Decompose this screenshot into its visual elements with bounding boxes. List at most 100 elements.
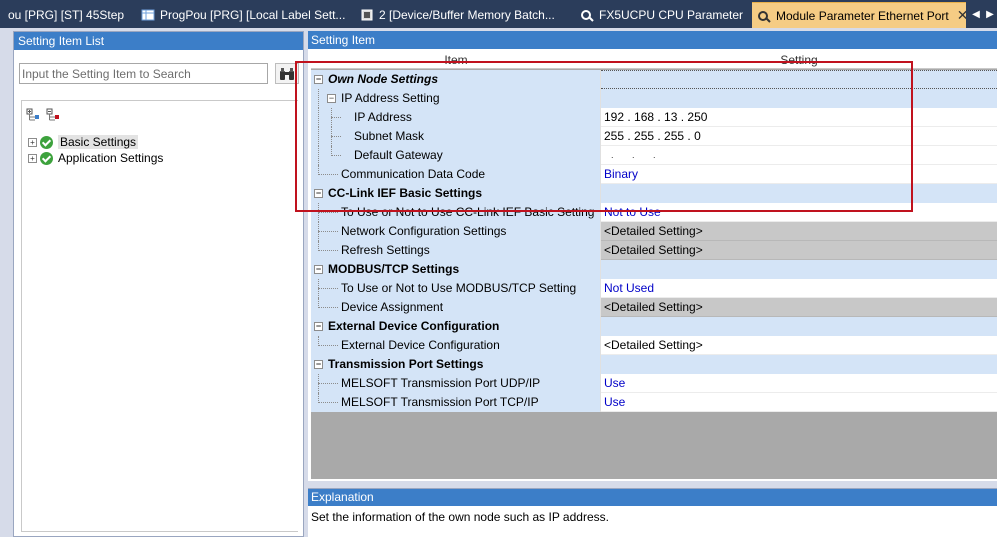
category-label: CC-Link IEF Basic Settings <box>328 186 483 200</box>
communication-data-code-select[interactable]: Binary <box>601 165 997 184</box>
setting-item-list-panel: Setting Item List + Basic Settings <box>13 31 304 537</box>
explanation-panel: Explanation Set the information of the o… <box>308 488 997 537</box>
table-row[interactable]: − IP Address Setting <box>311 89 997 108</box>
expand-plus-icon[interactable]: + <box>28 137 37 147</box>
collapse-minus-icon[interactable]: − <box>314 322 323 331</box>
tree-item-basic-settings[interactable]: + Basic Settings <box>28 134 139 150</box>
chevron-right-icon[interactable]: ▶ <box>986 9 994 20</box>
collapse-minus-icon[interactable]: − <box>314 360 323 369</box>
melsoft-udp-select[interactable]: Use <box>601 374 997 393</box>
collapse-minus-icon[interactable]: − <box>314 189 323 198</box>
table-row[interactable]: IP Address 192 . 168 . 13 . 250 <box>311 108 997 127</box>
collapse-all-icon[interactable] <box>46 108 60 122</box>
item-label: MELSOFT Transmission Port UDP/IP <box>341 376 541 390</box>
tab-device-buffer-memory[interactable]: 2 [Device/Buffer Memory Batch... <box>360 3 568 26</box>
grid-item-cell: Refresh Settings <box>311 241 601 260</box>
parameter-grid: Item Setting − Own Node Settings − IP Ad… <box>311 50 997 479</box>
grid-item-cell: External Device Configuration <box>311 336 601 355</box>
table-row[interactable]: − Own Node Settings <box>311 70 997 89</box>
grid-setting-cell <box>601 317 997 336</box>
grid-item-cell: MELSOFT Transmission Port UDP/IP <box>311 374 601 393</box>
cc-link-ief-use-select[interactable]: Not to Use <box>601 203 997 222</box>
table-row[interactable]: − External Device Configuration <box>311 317 997 336</box>
default-gateway-field[interactable]: . . . <box>601 146 997 165</box>
chevron-left-icon[interactable]: ◀ <box>972 9 980 20</box>
refresh-settings-detail-button[interactable]: <Detailed Setting> <box>601 241 997 260</box>
table-row[interactable]: MELSOFT Transmission Port UDP/IP Use <box>311 374 997 393</box>
external-device-detail-button[interactable]: <Detailed Setting> <box>601 336 997 355</box>
grid-rows: − Own Node Settings − IP Address Setting <box>311 70 997 412</box>
tree-item-label: Application Settings <box>58 151 164 165</box>
item-label: To Use or Not to Use MODBUS/TCP Setting <box>341 281 577 295</box>
search-button[interactable] <box>275 63 299 84</box>
grid-setting-cell <box>601 260 997 279</box>
panel-title: Setting Item List <box>14 32 303 50</box>
table-row[interactable]: − Transmission Port Settings <box>311 355 997 374</box>
table-row[interactable]: To Use or Not to Use MODBUS/TCP Setting … <box>311 279 997 298</box>
tab-local-label[interactable]: ProgPou [PRG] [Local Label Sett... <box>141 3 346 26</box>
cpu-parameter-icon <box>580 8 594 22</box>
table-row[interactable]: Subnet Mask 255 . 255 . 255 . 0 <box>311 127 997 146</box>
ip-address-field[interactable]: 192 . 168 . 13 . 250 <box>601 108 997 127</box>
collapse-minus-icon[interactable]: − <box>314 75 323 84</box>
item-label: Communication Data Code <box>341 167 486 181</box>
category-label: Transmission Port Settings <box>328 357 484 371</box>
tab-module-parameter-ethernet[interactable]: Module Parameter Ethernet Port ✕ <box>752 2 966 28</box>
binoculars-icon <box>280 67 294 80</box>
table-row[interactable]: Network Configuration Settings <Detailed… <box>311 222 997 241</box>
item-label: MELSOFT Transmission Port TCP/IP <box>341 395 539 409</box>
grid-item-cell: − MODBUS/TCP Settings <box>311 260 601 279</box>
grid-item-cell: − External Device Configuration <box>311 317 601 336</box>
grid-item-cell: To Use or Not to Use CC-Link IEF Basic S… <box>311 203 601 222</box>
grid-item-cell: Network Configuration Settings <box>311 222 601 241</box>
device-assignment-detail-button[interactable]: <Detailed Setting> <box>601 298 997 317</box>
melsoft-tcp-select[interactable]: Use <box>601 393 997 412</box>
column-header-setting[interactable]: Setting <box>601 53 997 67</box>
collapse-minus-icon[interactable]: − <box>314 265 323 274</box>
grid-column-header: Item Setting <box>311 50 997 69</box>
table-row[interactable]: To Use or Not to Use CC-Link IEF Basic S… <box>311 203 997 222</box>
item-label: Default Gateway <box>354 148 443 162</box>
grid-setting-cell <box>601 184 997 203</box>
item-label: External Device Configuration <box>341 338 500 352</box>
grid-item-cell: − Transmission Port Settings <box>311 355 601 374</box>
module-parameter-icon <box>757 9 771 23</box>
table-row[interactable]: − MODBUS/TCP Settings <box>311 260 997 279</box>
grid-item-cell: − Own Node Settings <box>311 70 601 89</box>
table-row[interactable]: Default Gateway . . . <box>311 146 997 165</box>
check-circle-icon <box>40 151 53 165</box>
table-row[interactable]: MELSOFT Transmission Port TCP/IP Use <box>311 393 997 412</box>
modbus-tcp-use-select[interactable]: Not Used <box>601 279 997 298</box>
collapse-minus-icon[interactable]: − <box>327 94 336 103</box>
expand-all-icon[interactable] <box>26 108 40 122</box>
expand-plus-icon[interactable]: + <box>28 153 37 163</box>
tab-label: ou [PRG] [ST] 45Step <box>8 7 125 22</box>
grid-setting-cell <box>601 89 997 108</box>
close-icon[interactable]: ✕ <box>957 7 966 24</box>
column-header-item[interactable]: Item <box>311 53 601 67</box>
grid-item-cell: Communication Data Code <box>311 165 601 184</box>
table-row[interactable]: External Device Configuration <Detailed … <box>311 336 997 355</box>
tab-label: FX5UCPU CPU Parameter <box>599 7 744 22</box>
tab-label: ProgPou [PRG] [Local Label Sett... <box>160 7 346 22</box>
tree-item-application-settings[interactable]: + Application Settings <box>28 150 163 166</box>
item-label: IP Address <box>354 110 412 124</box>
search-input[interactable] <box>19 63 268 84</box>
tab-program-st[interactable]: ou [PRG] [ST] 45Step <box>8 3 133 26</box>
tab-scroll-arrows: ◀ ▶ <box>969 4 997 24</box>
grid-item-cell: Subnet Mask <box>311 127 601 146</box>
subnet-mask-field[interactable]: 255 . 255 . 255 . 0 <box>601 127 997 146</box>
grid-item-cell: − CC-Link IEF Basic Settings <box>311 184 601 203</box>
tree-toolbar <box>26 108 60 122</box>
explanation-text: Set the information of the own node such… <box>311 510 609 524</box>
network-configuration-detail-button[interactable]: <Detailed Setting> <box>601 222 997 241</box>
grid-item-cell: Default Gateway <box>311 146 601 165</box>
item-label: Refresh Settings <box>341 243 430 257</box>
item-label: Device Assignment <box>341 300 444 314</box>
table-row[interactable]: Communication Data Code Binary <box>311 165 997 184</box>
table-row[interactable]: Device Assignment <Detailed Setting> <box>311 298 997 317</box>
tab-cpu-parameter[interactable]: FX5UCPU CPU Parameter <box>580 3 750 26</box>
table-row[interactable]: − CC-Link IEF Basic Settings <box>311 184 997 203</box>
table-row[interactable]: Refresh Settings <Detailed Setting> <box>311 241 997 260</box>
category-label: MODBUS/TCP Settings <box>328 262 460 276</box>
